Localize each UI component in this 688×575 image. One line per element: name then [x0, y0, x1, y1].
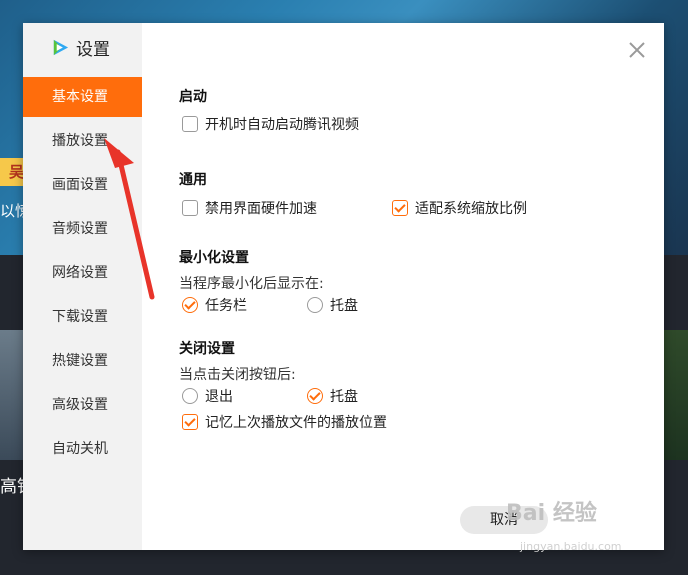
sidebar-item-network[interactable]: 网络设置 [23, 253, 142, 297]
disable-hw-accel-checkbox[interactable]: 禁用界面硬件加速 [182, 198, 317, 218]
radio-button[interactable] [182, 388, 198, 404]
section-title-general: 通用 [179, 172, 207, 188]
minimize-taskbar-radio[interactable]: 任务栏 [182, 295, 247, 315]
close-tray-radio[interactable]: 托盘 [307, 386, 358, 406]
radio-button-selected[interactable] [182, 297, 198, 313]
sidebar-item-audio[interactable]: 音频设置 [23, 209, 142, 253]
radio-button-selected[interactable] [307, 388, 323, 404]
dialog-title: 设置 [76, 39, 110, 60]
baidu-jingyan-watermark: Bai 经验 [506, 501, 597, 526]
sidebar-item-auto-shutdown[interactable]: 自动关机 [23, 429, 142, 473]
sidebar-item-playback[interactable]: 播放设置 [23, 121, 142, 165]
section-title-startup: 启动 [179, 89, 207, 105]
background-caption: 以惊 [0, 202, 24, 220]
close-exit-radio[interactable]: 退出 [182, 386, 233, 406]
sidebar-item-basic[interactable]: 基本设置 [23, 77, 142, 117]
checkbox-box[interactable] [182, 116, 198, 132]
close-description: 当点击关闭按钮后: [179, 367, 296, 383]
background-badge: 吴宣 [0, 158, 24, 186]
sidebar-item-hotkeys[interactable]: 热键设置 [23, 341, 142, 385]
close-icon[interactable] [628, 41, 646, 59]
radio-label: 托盘 [330, 298, 358, 314]
section-title-minimize: 最小化设置 [179, 250, 249, 266]
minimize-tray-radio[interactable]: 托盘 [307, 295, 358, 315]
settings-sidebar: 设置 基本设置 播放设置 画面设置 音频设置 网络设置 下载设置 热键设置 高级… [23, 23, 142, 550]
checkbox-label: 开机时自动启动腾讯视频 [205, 117, 359, 133]
watermark-url: jingyan.baidu.com [520, 540, 622, 553]
auto-start-checkbox[interactable]: 开机时自动启动腾讯视频 [182, 114, 359, 134]
checkbox-box[interactable] [182, 200, 198, 216]
radio-button[interactable] [307, 297, 323, 313]
tencent-video-logo-icon [53, 39, 69, 55]
radio-label: 托盘 [330, 389, 358, 405]
radio-label: 退出 [205, 389, 233, 405]
sidebar-item-download[interactable]: 下载设置 [23, 297, 142, 341]
background-thumbnail-right[interactable] [664, 330, 688, 460]
section-title-close: 关闭设置 [179, 341, 235, 357]
checkbox-box-checked[interactable] [392, 200, 408, 216]
background-title-text: 高铁 [0, 477, 24, 497]
settings-nav: 基本设置 播放设置 画面设置 音频设置 网络设置 下载设置 热键设置 高级设置 … [23, 77, 142, 473]
sidebar-item-advanced[interactable]: 高级设置 [23, 385, 142, 429]
checkbox-label: 禁用界面硬件加速 [205, 201, 317, 217]
radio-label: 任务栏 [205, 298, 247, 314]
minimize-description: 当程序最小化后显示在: [179, 276, 324, 292]
settings-dialog: 设置 基本设置 播放设置 画面设置 音频设置 网络设置 下载设置 热键设置 高级… [23, 23, 664, 550]
background-thumbnail-left[interactable] [0, 330, 24, 460]
checkbox-box-checked[interactable] [182, 414, 198, 430]
remember-position-checkbox[interactable]: 记忆上次播放文件的播放位置 [182, 412, 387, 432]
checkbox-label: 记忆上次播放文件的播放位置 [205, 415, 387, 431]
system-scaling-checkbox[interactable]: 适配系统缩放比例 [392, 198, 527, 218]
checkbox-label: 适配系统缩放比例 [415, 201, 527, 217]
sidebar-item-display[interactable]: 画面设置 [23, 165, 142, 209]
dialog-header: 设置 [51, 36, 110, 60]
